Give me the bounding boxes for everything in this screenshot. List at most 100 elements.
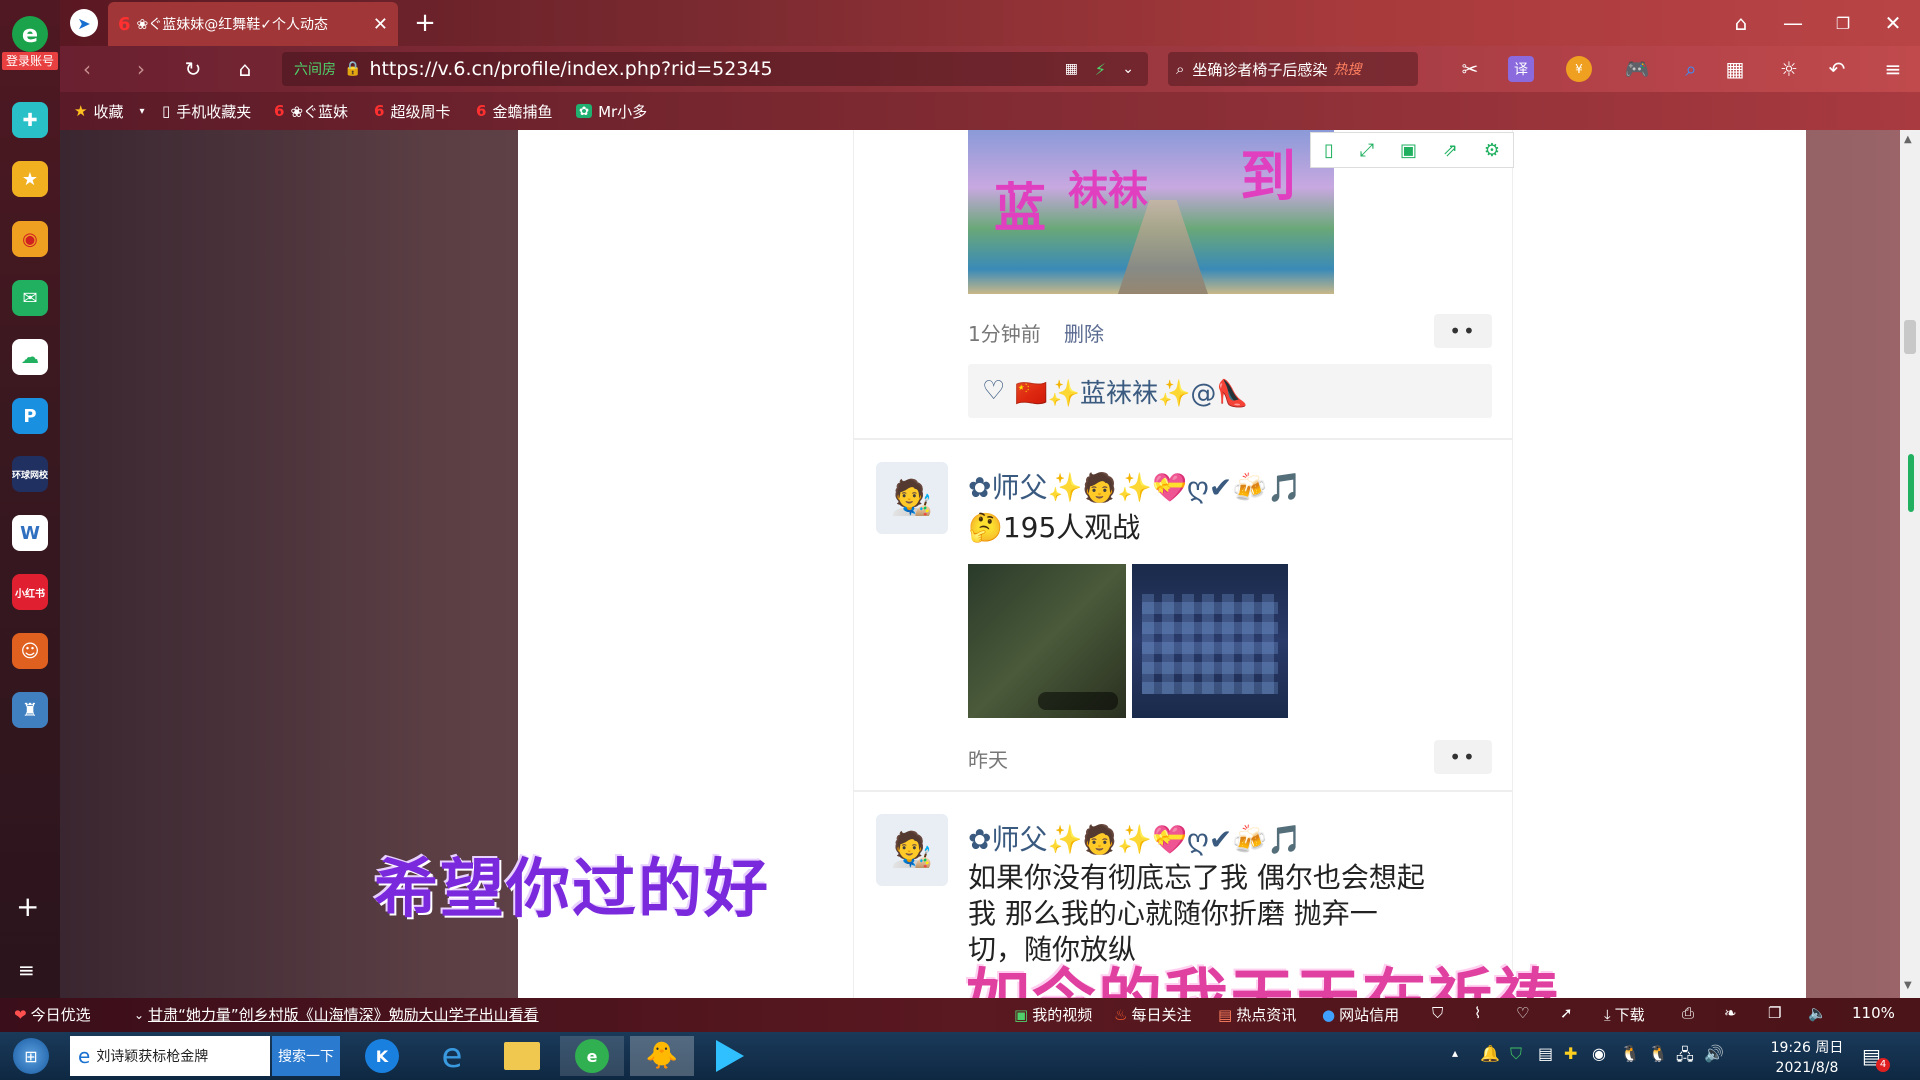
flash-icon[interactable]: ⚡ <box>1095 60 1106 79</box>
more-button[interactable]: •• <box>1434 314 1492 348</box>
app-avatar-icon[interactable]: 🐥 <box>630 1036 694 1076</box>
more-button[interactable]: •• <box>1434 740 1492 774</box>
login-button[interactable]: 登录账号 <box>2 52 58 70</box>
translate-icon[interactable]: 译 <box>1508 56 1534 82</box>
castle-icon[interactable]: ♜ <box>12 692 48 728</box>
minimize-icon[interactable]: — <box>1778 8 1808 38</box>
post-image[interactable]: 蓝 袜袜 到 <box>968 130 1334 294</box>
close-window-icon[interactable]: ✕ <box>1878 8 1908 38</box>
security-icon[interactable]: ⛉ <box>1510 1044 1522 1064</box>
new-tab-button[interactable]: + <box>410 8 440 38</box>
scroll-up-icon[interactable]: ▲ <box>1904 134 1912 145</box>
add-icon[interactable]: + <box>16 890 39 923</box>
nav-arrow-icon[interactable]: ➤ <box>70 9 98 37</box>
brightness-icon[interactable]: ☼ <box>1774 54 1804 84</box>
paw-icon[interactable]: ✚ <box>12 102 48 138</box>
hot-news[interactable]: ▤ 热点资讯 <box>1218 1004 1296 1025</box>
delete-link[interactable]: 删除 <box>1064 318 1104 347</box>
username[interactable]: ✿师父✨🧑✨💝ღ✔🍻🎵 <box>968 466 1302 506</box>
browser-logo-icon[interactable]: e <box>12 16 48 52</box>
back-icon[interactable]: ‹ <box>72 54 102 84</box>
today-picks[interactable]: ❤ 今日优选 <box>14 1004 91 1025</box>
scroll-down-icon[interactable]: ▼ <box>1904 980 1912 991</box>
folder-icon[interactable] <box>492 1036 552 1076</box>
kugou-icon[interactable]: K <box>352 1036 412 1076</box>
volume-icon[interactable]: 🔈 <box>1808 1004 1827 1022</box>
site-credit[interactable]: ● 网站信用 <box>1322 1004 1399 1025</box>
chrome-tray-icon[interactable]: ◉ <box>1592 1044 1606 1063</box>
bookmark-icon[interactable]: ▯ <box>1324 140 1334 161</box>
restore-icon[interactable]: ❐ <box>1828 8 1858 38</box>
dropdown-icon[interactable]: ⌄ <box>1122 61 1134 77</box>
refresh-icon[interactable]: ↻ <box>178 54 208 84</box>
browser-taskbar-icon[interactable]: e <box>560 1036 624 1076</box>
taskbar-search-button[interactable]: 搜索一下 <box>272 1036 340 1076</box>
bookmark-weekly[interactable]: 6 超级周卡 <box>374 96 450 126</box>
news-icon[interactable]: 环球网校 <box>12 456 48 492</box>
close-tab-icon[interactable]: ✕ <box>373 14 388 35</box>
search-box[interactable]: ⌕ 坐确诊者椅子后感染 热搜 <box>1168 52 1418 86</box>
doc-tray-icon[interactable]: ▤ <box>1538 1044 1553 1063</box>
share-icon[interactable]: ⇗ <box>1443 140 1458 161</box>
money-icon[interactable]: ¥ <box>1566 56 1592 82</box>
plus-tray-icon[interactable]: ✚ <box>1564 1044 1577 1063</box>
forward-icon[interactable]: › <box>126 54 156 84</box>
p-icon[interactable]: P <box>12 398 48 434</box>
menu-icon[interactable]: ≡ <box>1878 54 1908 84</box>
apps-icon[interactable]: ▦ <box>1720 54 1750 84</box>
page-scrollbar[interactable]: ▲ ▼ <box>1900 130 1920 998</box>
clock[interactable]: 19:26 周日 2021/8/8 <box>1752 1038 1862 1078</box>
avatar[interactable]: 🧑‍🎨 <box>876 814 948 886</box>
bookmark-profile[interactable]: 6 ❀ぐ蓝妹 <box>274 96 348 126</box>
like-names[interactable]: 🇨🇳✨蓝袜袜✨@👠 <box>1015 373 1249 410</box>
post-image[interactable] <box>1132 564 1288 718</box>
qr-icon[interactable]: ▦ <box>1065 61 1078 77</box>
scissors-icon[interactable]: ✂ <box>1450 54 1490 84</box>
news-ticker[interactable]: ⌄ 甘肃“她力量”创乡村版《山海情深》勉励大山学子出山看看 <box>134 1004 539 1025</box>
post-image[interactable] <box>968 564 1126 718</box>
xiaohongshu-icon[interactable]: 小红书 <box>12 574 48 610</box>
print-icon[interactable]: ⎙ <box>1682 1004 1694 1022</box>
shield-icon[interactable]: ⛉ <box>1432 1004 1443 1022</box>
zoom-level[interactable]: 110% <box>1852 1004 1895 1022</box>
save-icon[interactable]: ▣ <box>1400 140 1417 161</box>
heart-icon[interactable]: ♡ <box>982 376 1005 406</box>
fullscreen-icon[interactable]: ⤢ <box>1360 140 1374 161</box>
mail-icon[interactable]: ✉ <box>12 280 48 316</box>
download-button[interactable]: ⤓ 下载 <box>1604 1004 1645 1025</box>
doc-icon[interactable]: W <box>12 515 48 551</box>
star-icon[interactable]: ★ <box>12 161 48 197</box>
cloud-icon[interactable]: ☁ <box>12 339 48 375</box>
tab-active[interactable]: 6 ❀ぐ蓝妹妹@红舞鞋✓个人动态 ✕ <box>108 2 398 46</box>
scroll-thumb[interactable] <box>1904 320 1916 354</box>
skin-icon[interactable]: ⌂ <box>1726 8 1756 38</box>
undo-icon[interactable]: ↶ <box>1822 54 1852 84</box>
my-video[interactable]: ▣ 我的视频 <box>1014 1004 1092 1025</box>
bookmark-mrxiaoduo[interactable]: ✿ Mr小多 <box>576 96 647 126</box>
taskbar-search[interactable]: e 刘诗颖获标枪金牌 <box>70 1036 270 1076</box>
network-icon[interactable]: 🖧 <box>1676 1044 1694 1071</box>
list-icon[interactable]: ≡ <box>18 958 35 982</box>
chart-icon[interactable]: ⌇ <box>1474 1004 1481 1022</box>
video-player-icon[interactable] <box>700 1036 760 1076</box>
username[interactable]: ✿师父✨🧑✨💝ღ✔🍻🎵 <box>968 818 1302 858</box>
qq-icon[interactable]: 🐧 <box>1620 1044 1640 1063</box>
tray-expand-icon[interactable]: ▴ <box>1452 1046 1458 1060</box>
side-scroll-indicator[interactable] <box>1908 454 1914 512</box>
game-icon[interactable]: ☺ <box>12 633 48 669</box>
gear-icon[interactable]: ⚙ <box>1484 140 1500 161</box>
leaf-icon[interactable]: ❧ <box>1724 1004 1737 1022</box>
start-button[interactable]: ⊞ <box>8 1036 54 1076</box>
speaker-icon[interactable]: 🔊 <box>1704 1044 1724 1063</box>
find-icon[interactable]: ⌕ <box>1676 54 1706 84</box>
rocket-icon[interactable]: ➚ <box>1560 1004 1573 1022</box>
qq-icon[interactable]: 🐧 <box>1648 1044 1668 1063</box>
bell-icon[interactable]: 🔔 <box>1480 1044 1500 1063</box>
home-icon[interactable]: ⌂ <box>230 54 260 84</box>
window-icon[interactable]: ❐ <box>1768 1004 1781 1022</box>
heart-monitor-icon[interactable]: ♡ <box>1516 1004 1529 1022</box>
address-bar[interactable]: 六间房 🔒 https://v.6.cn/profile/index.php?r… <box>282 52 1148 86</box>
gamepad-icon[interactable]: 🎮 <box>1622 54 1652 84</box>
ie-taskbar-icon[interactable]: e <box>422 1036 482 1076</box>
bookmark-mobile[interactable]: ▯ 手机收藏夹 <box>162 96 251 126</box>
